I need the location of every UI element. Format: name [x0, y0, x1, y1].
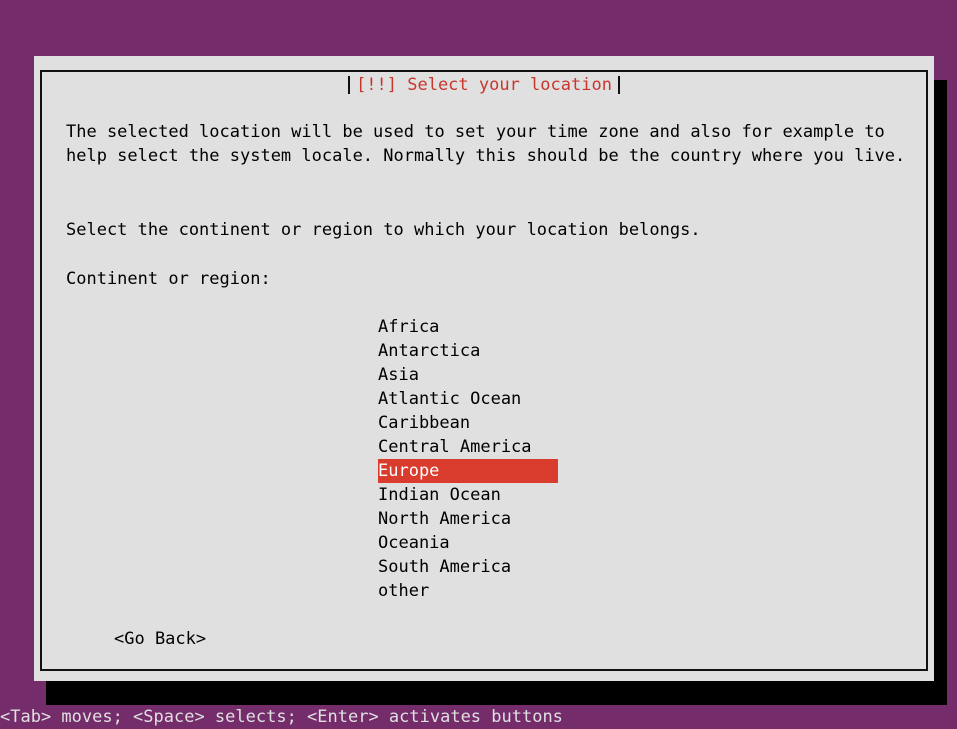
option-other[interactable]: other: [378, 579, 558, 603]
option-north-america[interactable]: North America: [378, 507, 558, 531]
option-caribbean[interactable]: Caribbean: [378, 411, 558, 435]
continent-region-list[interactable]: Africa Antarctica Asia Atlantic Ocean Ca…: [378, 315, 558, 603]
location-instruction: Select the continent or region to which …: [66, 220, 701, 240]
dialog-title: [!!] Select your location: [348, 73, 620, 97]
option-central-america[interactable]: Central America: [378, 435, 558, 459]
option-asia[interactable]: Asia: [378, 363, 558, 387]
option-oceania[interactable]: Oceania: [378, 531, 558, 555]
dialog-title-wrap: [!!] Select your location: [42, 73, 926, 97]
keyboard-help-status-bar: <Tab> moves; <Space> selects; <Enter> ac…: [0, 707, 563, 727]
option-atlantic-ocean[interactable]: Atlantic Ocean: [378, 387, 558, 411]
option-africa[interactable]: Africa: [378, 315, 558, 339]
option-south-america[interactable]: South America: [378, 555, 558, 579]
location-description: The selected location will be used to se…: [66, 122, 906, 166]
location-dialog: [!!] Select your location The selected l…: [34, 56, 934, 681]
dialog-frame: [!!] Select your location The selected l…: [40, 70, 928, 671]
go-back-button[interactable]: <Go Back>: [114, 627, 206, 651]
option-indian-ocean[interactable]: Indian Ocean: [378, 483, 558, 507]
continent-region-label: Continent or region:: [66, 269, 271, 289]
option-antarctica[interactable]: Antarctica: [378, 339, 558, 363]
option-europe-selected[interactable]: Europe: [378, 459, 558, 483]
